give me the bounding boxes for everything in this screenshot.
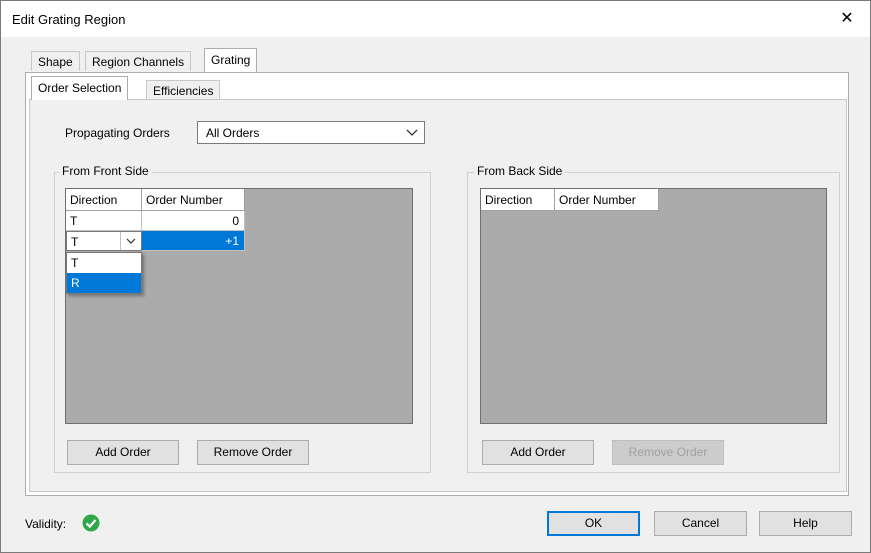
back-side-title: From Back Side — [474, 164, 566, 178]
cancel-button[interactable]: Cancel — [654, 511, 747, 536]
column-header-direction[interactable]: Direction — [66, 189, 142, 211]
chevron-down-icon[interactable] — [120, 232, 141, 250]
back-orders-grid[interactable]: Direction Order Number — [480, 188, 827, 424]
front-add-order-button[interactable]: Add Order — [67, 440, 179, 465]
back-remove-order-button[interactable]: Remove Order — [612, 440, 724, 465]
tab-efficiencies[interactable]: Efficiencies — [146, 80, 221, 100]
tab-region-channels[interactable]: Region Channels — [85, 51, 192, 71]
propagating-orders-label: Propagating Orders — [65, 126, 170, 140]
front-orders-grid[interactable]: Direction Order Number T 0 T +1 T R — [65, 188, 413, 424]
column-header-order-number[interactable]: Order Number — [555, 189, 659, 211]
close-button[interactable]: ✕ — [824, 1, 870, 37]
front-remove-order-button[interactable]: Remove Order — [197, 440, 309, 465]
row-1-order-cell[interactable]: 0 — [142, 211, 245, 231]
tab-shape[interactable]: Shape — [31, 51, 80, 71]
chevron-down-icon — [406, 125, 418, 142]
validity-label: Validity: — [25, 517, 67, 531]
column-header-direction[interactable]: Direction — [481, 189, 555, 211]
dropdown-option-t[interactable]: T — [67, 253, 141, 273]
direction-dropdown-list[interactable]: T R — [66, 252, 142, 294]
column-header-order-number[interactable]: Order Number — [142, 189, 245, 211]
close-icon: ✕ — [840, 10, 854, 27]
row-2-direction-value: T — [71, 235, 79, 249]
tab-grating[interactable]: Grating — [204, 48, 258, 72]
tab-order-selection[interactable]: Order Selection — [31, 76, 129, 100]
dropdown-option-r[interactable]: R — [67, 273, 141, 293]
window-title: Edit Grating Region — [12, 12, 126, 27]
help-button[interactable]: Help — [759, 511, 852, 536]
check-circle-icon — [82, 514, 100, 535]
title-bar: Edit Grating Region ✕ — [1, 1, 870, 37]
propagating-orders-select[interactable]: All Orders — [197, 121, 425, 144]
propagating-orders-value: All Orders — [206, 126, 260, 140]
row-2-order-cell[interactable]: +1 — [142, 231, 245, 251]
back-add-order-button[interactable]: Add Order — [482, 440, 594, 465]
row-1-direction-cell[interactable]: T — [66, 211, 142, 231]
edit-grating-region-dialog: Edit Grating Region ✕ Shape Region Chann… — [0, 0, 871, 553]
front-side-title: From Front Side — [59, 164, 152, 178]
row-2-direction-editor[interactable]: T — [66, 231, 142, 251]
ok-button[interactable]: OK — [547, 511, 640, 536]
